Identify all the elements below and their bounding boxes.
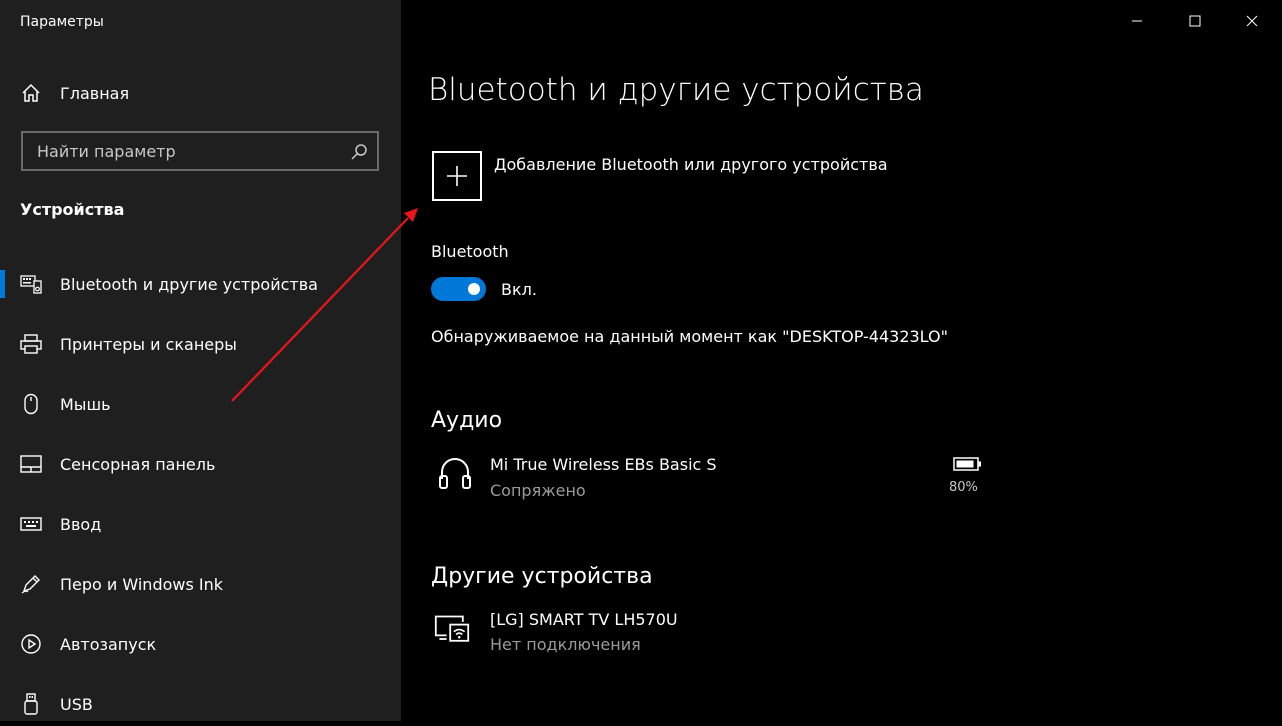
sidebar-item-autoplay[interactable]: Автозапуск <box>0 622 401 666</box>
close-icon <box>1246 15 1258 27</box>
pen-icon <box>20 573 42 595</box>
search-box[interactable] <box>21 131 379 171</box>
wireless-display-icon <box>434 615 470 642</box>
battery-level: 80% <box>949 480 978 495</box>
sidebar-item-usb[interactable]: USB <box>0 682 401 726</box>
section-title: Устройства <box>20 200 125 219</box>
plus-icon <box>447 166 467 186</box>
app-title: Параметры <box>20 14 104 30</box>
bluetooth-toggle-state: Вкл. <box>501 280 537 299</box>
maximize-icon <box>1189 15 1201 27</box>
keyboard-icon <box>20 513 42 535</box>
close-button[interactable] <box>1227 0 1277 42</box>
add-device-button[interactable] <box>432 151 482 201</box>
home-icon <box>20 82 42 104</box>
bluetooth-toggle[interactable] <box>431 277 486 301</box>
sidebar-item-label: Ввод <box>60 514 102 534</box>
search-icon[interactable] <box>349 142 369 162</box>
sidebar-item-label: Bluetooth и другие устройства <box>60 274 318 294</box>
headphones-icon <box>439 458 471 489</box>
audio-heading: Аудио <box>431 408 503 433</box>
battery-icon <box>953 457 981 471</box>
sidebar-item-touchpad[interactable]: Сенсорная панель <box>0 442 401 486</box>
minimize-button[interactable] <box>1112 0 1162 42</box>
sidebar-item-typing[interactable]: Ввод <box>0 502 401 546</box>
sidebar-item-label: Мышь <box>60 394 111 414</box>
bluetooth-heading: Bluetooth <box>431 242 509 261</box>
device-status: Сопряжено <box>490 481 586 500</box>
sidebar-item-label: Автозапуск <box>60 634 157 654</box>
device-name: [LG] SMART TV LH570U <box>490 610 678 629</box>
sidebar: Параметры Главная Устройства Bluetooth и… <box>0 0 401 721</box>
usb-icon <box>20 693 42 715</box>
sidebar-item-label: Принтеры и сканеры <box>60 334 237 354</box>
toggle-knob <box>468 283 480 295</box>
sidebar-item-label: Перо и Windows Ink <box>60 574 224 594</box>
nav-home-label: Главная <box>60 83 130 103</box>
search-input[interactable] <box>37 133 347 169</box>
device-name: Mi True Wireless EBs Basic S <box>490 455 717 474</box>
page-title: Bluetooth и другие устройства <box>428 72 924 108</box>
sidebar-item-label: Сенсорная панель <box>60 454 216 474</box>
sidebar-item-printers[interactable]: Принтеры и сканеры <box>0 322 401 366</box>
mouse-icon <box>20 393 42 415</box>
other-devices-heading: Другие устройства <box>431 564 653 589</box>
device-status: Нет подключения <box>490 635 641 654</box>
sidebar-item-label: USB <box>60 694 93 714</box>
printer-icon <box>20 333 42 355</box>
sidebar-item-mouse[interactable]: Мышь <box>0 382 401 426</box>
maximize-button[interactable] <box>1170 0 1220 42</box>
add-device-label[interactable]: Добавление Bluetooth или другого устройс… <box>494 155 888 174</box>
autoplay-icon <box>20 633 42 655</box>
minimize-icon <box>1132 20 1142 22</box>
nav-home[interactable]: Главная <box>0 71 401 115</box>
sidebar-item-pen[interactable]: Перо и Windows Ink <box>0 562 401 606</box>
discoverable-text: Обнаруживаемое на данный момент как "DES… <box>431 327 948 346</box>
touchpad-icon <box>20 453 42 475</box>
sidebar-item-bluetooth[interactable]: Bluetooth и другие устройства <box>0 262 401 306</box>
bluetooth-devices-icon <box>20 273 42 295</box>
